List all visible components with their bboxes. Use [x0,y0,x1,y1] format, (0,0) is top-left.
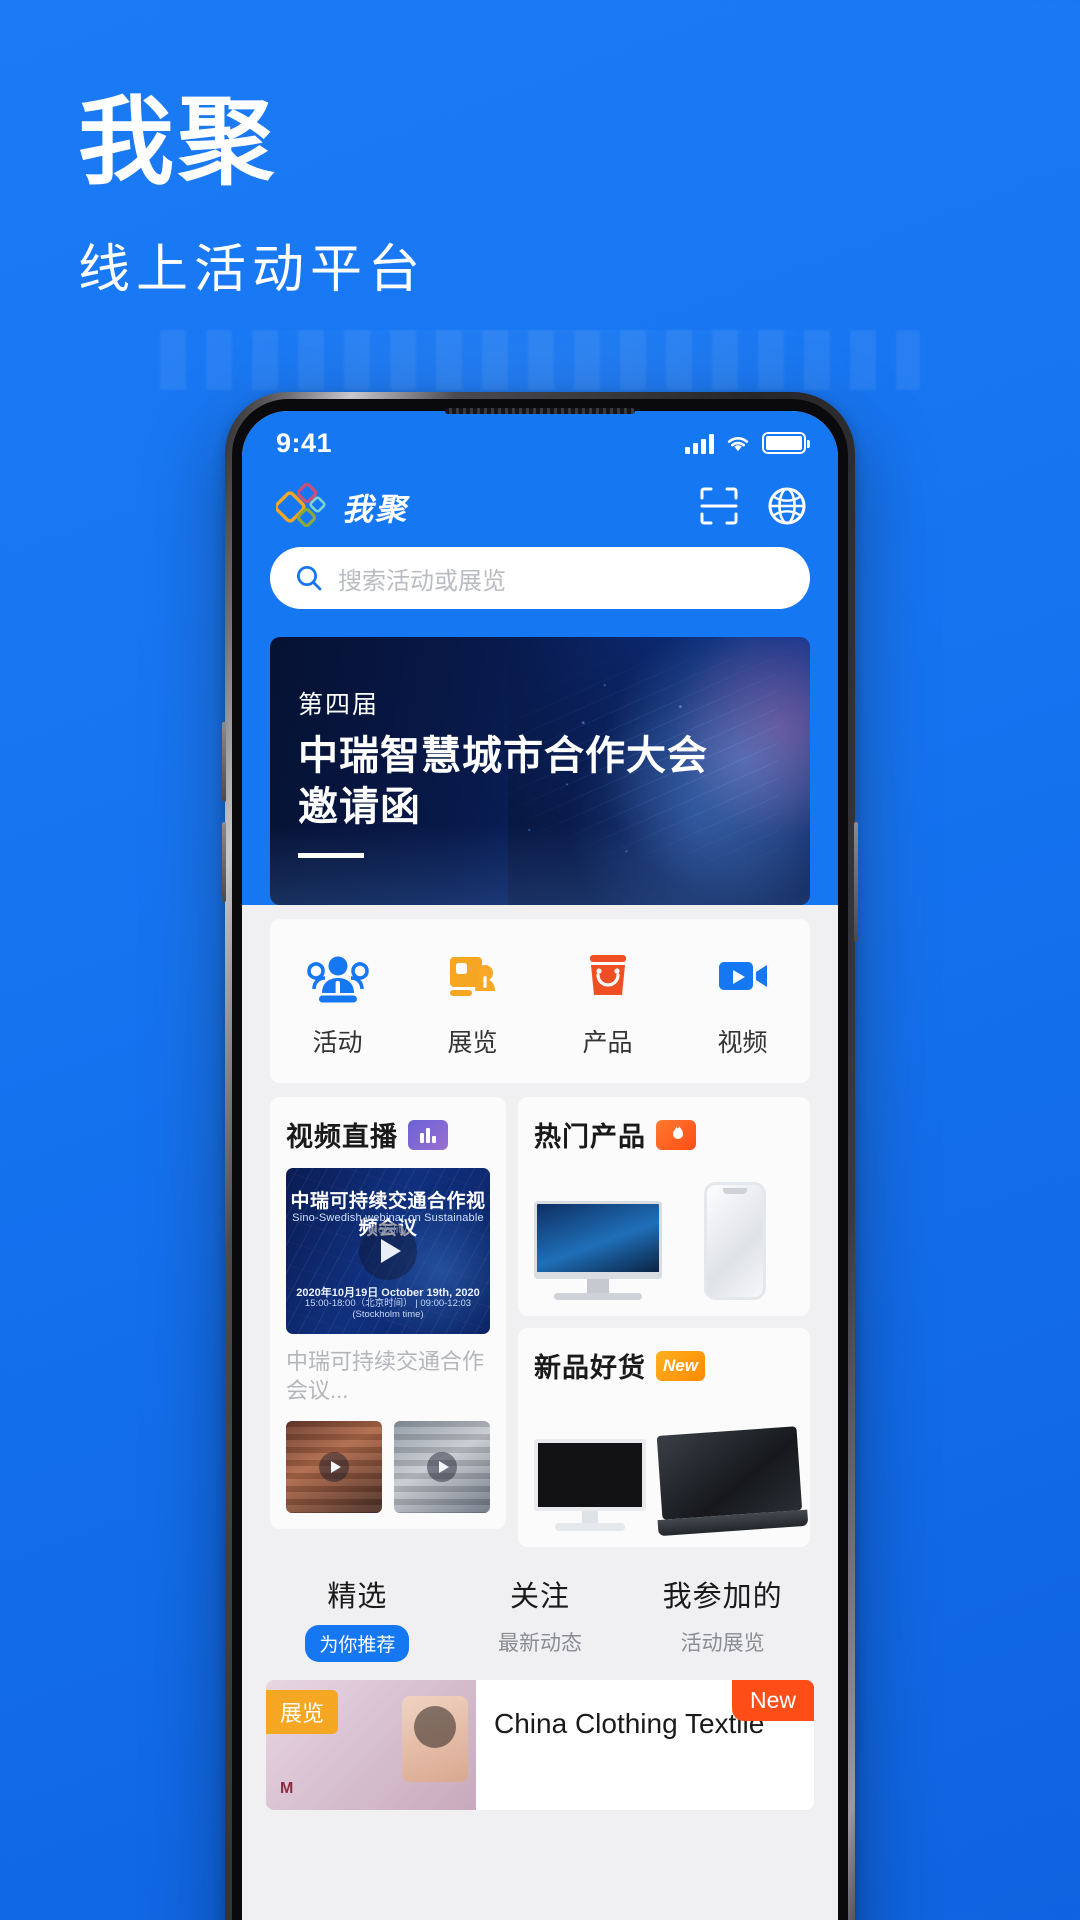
status-badge: New [731,1680,814,1721]
mini-video-row [286,1421,490,1514]
people-group-icon [306,956,369,1003]
feed-tag: 展览 [266,1690,339,1734]
mini-video-2[interactable] [394,1421,490,1514]
tab-label: 精选 [327,1581,388,1613]
background-watermark [160,330,920,390]
category-row: 活动 展览 产品 视频 [270,919,810,1083]
banner-kicker: 第四届 [298,691,380,719]
volume-up-button[interactable] [222,722,226,802]
battery-icon [762,432,810,454]
brand-name: 我聚 [342,491,408,528]
category-item-video[interactable]: 视频 [675,945,810,1059]
tab-featured[interactable]: 精选 为你推荐 [266,1573,449,1662]
live-card-title: 视频直播 [286,1122,398,1152]
tab-sublabel: 活动展览 [680,1632,765,1655]
brand-block[interactable]: 我聚 [274,480,408,532]
feed-thumb-logo: M [280,1780,294,1797]
category-label: 视频 [717,1029,768,1057]
wifi-icon [727,437,749,452]
globe-icon[interactable] [766,485,808,527]
signal-bars-icon [685,433,714,454]
category-item-exhibition[interactable]: 展览 [405,945,540,1059]
page-subtitle: 线上活动平台 [78,239,427,300]
live-thumbnail[interactable]: 中瑞可持续交通合作视频会议 Sino-Swedish webinar on Su… [286,1168,490,1334]
category-item-product[interactable]: 产品 [540,945,675,1059]
banner-text: 第四届 中瑞智慧城市合作大会 邀请函 [298,685,708,859]
hero-banner[interactable]: 第四届 中瑞智慧城市合作大会 邀请函 [270,637,810,905]
category-area: 活动 展览 产品 视频 [242,905,838,1083]
status-time: 9:41 [276,427,333,458]
new-goods-card[interactable]: 新品好货 New [518,1328,810,1547]
tab-label: 关注 [510,1581,571,1613]
search-bar[interactable]: 搜索活动或展览 [270,547,810,609]
feed-thumbnail: 展览 M [266,1680,476,1810]
search-area: 搜索活动或展览 [242,543,838,609]
earpiece-speaker [445,408,635,414]
new-goods-row [534,1399,809,1537]
live-caption: 中瑞可持续交通合作会议... [286,1349,485,1403]
banner-title-line1: 中瑞智慧城市合作大会 [298,734,708,778]
product-monitor[interactable] [534,1399,646,1531]
feed-tabs: 精选 为你推荐 关注 最新动态 我参加的 活动展览 [242,1547,838,1662]
search-icon [296,565,322,591]
product-laptop[interactable] [656,1399,809,1537]
tab-sublabel: 最新动态 [498,1632,582,1655]
content-grid: 视频直播 中瑞可持续交通合作视频会议 Sino-Swedish webinar … [242,1083,838,1547]
new-badge-icon: New [656,1350,705,1381]
shopping-bag-icon [589,955,626,995]
play-icon[interactable] [319,1452,349,1483]
new-goods-title: 新品好货 [534,1353,646,1383]
bar-chart-icon [408,1119,448,1150]
feed-model-photo [402,1696,468,1782]
mini-video-1[interactable] [286,1421,382,1514]
category-label: 展览 [447,1029,498,1057]
product-iphone[interactable] [676,1168,794,1300]
scan-qr-icon[interactable] [698,485,740,527]
hot-products-title: 热门产品 [534,1122,646,1152]
banner-area: 第四届 中瑞智慧城市合作大会 邀请函 [242,623,838,905]
thumb-time: 15:00-18:00（北京时间） | 09:00-12:03 (Stockho… [304,1298,472,1320]
app-header-area: 9:41 我聚 搜索活动或展览 [242,411,838,623]
video-camera-icon [718,962,767,990]
product-imac[interactable] [534,1168,662,1300]
live-video-card[interactable]: 视频直播 中瑞可持续交通合作视频会议 Sino-Swedish webinar … [270,1097,506,1530]
volume-down-button[interactable] [222,822,226,902]
hero-block: 我聚 线上活动平台 [78,92,426,302]
left-column: 视频直播 中瑞可持续交通合作视频会议 Sino-Swedish webinar … [270,1097,506,1547]
play-icon[interactable] [427,1452,457,1483]
fire-icon [656,1119,696,1150]
power-button[interactable] [854,822,858,942]
app-bar: 我聚 [242,469,838,543]
play-icon[interactable] [359,1222,417,1280]
page-title: 我聚 [78,86,278,198]
category-item-activity[interactable]: 活动 [270,945,405,1059]
phone-bezel: 9:41 我聚 搜索活动或展览 第四届 中瑞智慧城市合作大会 邀请函 活动 展览… [232,399,848,1920]
hot-product-row [534,1168,794,1300]
status-bar: 9:41 [242,411,838,469]
exhibition-booth-icon [449,957,495,996]
category-label: 产品 [582,1029,633,1057]
phone-mockup: 9:41 我聚 搜索活动或展览 第四届 中瑞智慧城市合作大会 邀请函 活动 展览… [222,392,858,1920]
tab-sublabel: 为你推荐 [305,1625,410,1662]
right-column: 热门产品 新品好货 New [518,1097,810,1547]
tab-following[interactable]: 关注 最新动态 [449,1573,632,1662]
tab-my-participation[interactable]: 我参加的 活动展览 [631,1573,814,1662]
banner-underline [298,853,364,859]
category-label: 活动 [312,1029,363,1057]
hot-products-card[interactable]: 热门产品 [518,1097,810,1316]
tab-label: 我参加的 [662,1581,783,1613]
banner-title-line2: 邀请函 [298,785,421,830]
list-item[interactable]: 展览 M China Clothing Textile New [266,1680,814,1810]
diamond-logo-icon [274,480,328,532]
phone-screen: 9:41 我聚 搜索活动或展览 第四届 中瑞智慧城市合作大会 邀请函 活动 展览… [242,411,838,1920]
feed-area: 展览 M China Clothing Textile New [242,1662,838,1810]
search-input[interactable]: 搜索活动或展览 [338,561,506,596]
